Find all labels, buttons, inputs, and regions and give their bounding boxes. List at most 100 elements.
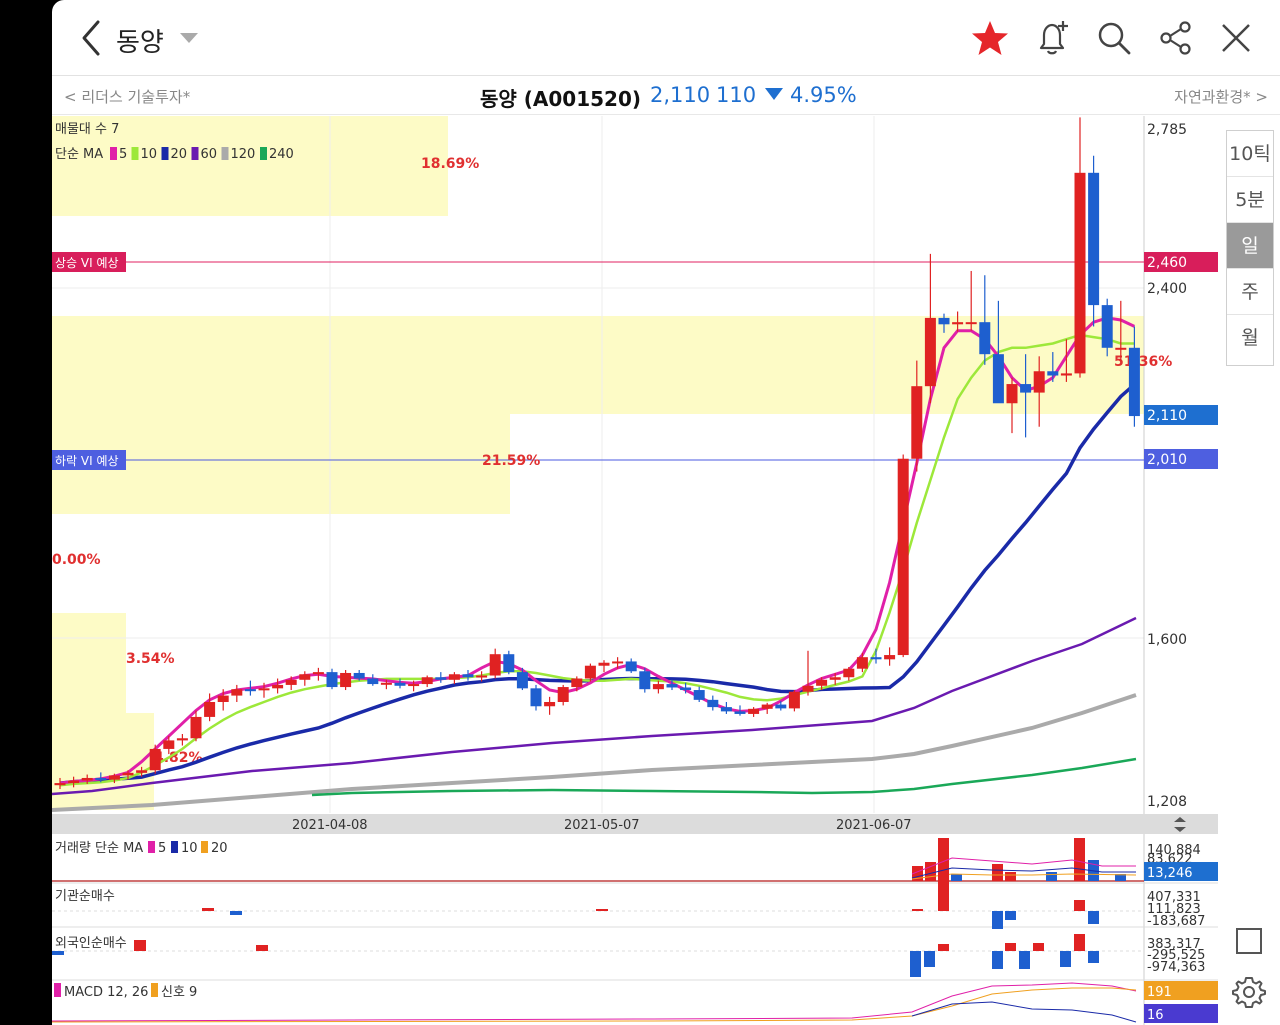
period-tab-month[interactable]: 월	[1227, 315, 1273, 361]
ma-legend: 5 10 20 60 120 240	[110, 147, 294, 162]
change-percent: 4.95%	[790, 83, 857, 107]
alarm-add-icon[interactable]	[1032, 18, 1072, 58]
candle	[557, 684, 569, 706]
candle	[176, 733, 188, 746]
candle	[652, 680, 664, 694]
candle	[489, 648, 501, 679]
price-tick: 2,010	[1147, 452, 1187, 468]
price-tick: 1,600	[1147, 632, 1187, 648]
ma-legend-swatch	[191, 147, 199, 160]
candle	[530, 684, 542, 711]
candle	[1101, 298, 1113, 357]
period-tab-day[interactable]: 일	[1227, 223, 1273, 269]
stock-name[interactable]: 동양	[116, 22, 164, 59]
period-selector: 10틱 5분 일 주 월	[1226, 130, 1274, 366]
close-icon[interactable]	[1216, 18, 1256, 58]
ma-legend-period: 60	[201, 147, 218, 162]
candle	[707, 695, 719, 711]
foreign-label: 외국인순매수	[55, 936, 127, 951]
macd-label: MACD 12, 26	[64, 985, 148, 1000]
ma-legend-period: 240	[269, 147, 294, 162]
stock-info-bar: < 리더스 기술투자* 동양 (A001520) 2,110 110 4.95%…	[52, 77, 1280, 115]
ma-legend-period: 120	[231, 147, 256, 162]
vi-down-label: 하락 VI 예상	[55, 454, 119, 468]
profile-pct: 0.00%	[52, 552, 101, 568]
price-tick: 2,460	[1147, 255, 1187, 271]
price-tick: 2,110	[1147, 408, 1187, 424]
volume-profile-label: 매물대 수 7	[55, 122, 119, 137]
prev-stock-label: 리더스 기술투자*	[81, 88, 191, 106]
volume-profile-zone	[52, 613, 126, 713]
candle	[843, 666, 855, 681]
foreign-bars	[52, 934, 1099, 977]
institution-label: 기관순매수	[55, 889, 115, 904]
chart-background	[52, 116, 1145, 1025]
period-tab-10tick[interactable]: 10틱	[1227, 131, 1273, 177]
macd-tick: 191	[1147, 985, 1172, 1000]
ma-legend-label: 단순 MA	[55, 147, 103, 162]
candle	[462, 669, 474, 681]
price-change: 110	[716, 83, 757, 107]
volume-ma20: 20	[211, 841, 228, 856]
next-stock-label: 자연과환경*	[1174, 88, 1251, 106]
vi-up-label: 상승 VI 예상	[55, 256, 119, 270]
candle	[639, 667, 651, 693]
top-bar: 동양	[52, 0, 1280, 76]
ma-legend-period: 20	[171, 147, 188, 162]
profile-pct: 21.59%	[482, 453, 540, 469]
volume-tick: 13,246	[1147, 866, 1193, 881]
candle	[897, 454, 909, 658]
candle	[149, 744, 161, 774]
back-icon[interactable]	[78, 18, 108, 58]
macd-pane: MACD 12, 26 신호 9 191 16	[52, 981, 1218, 1023]
institution-tick: -183,687	[1147, 914, 1205, 929]
dropdown-icon[interactable]	[180, 33, 198, 43]
candle	[326, 668, 338, 690]
share-icon[interactable]	[1156, 18, 1196, 58]
date-axis: 2021-04-08 2021-05-07 2021-06-07	[52, 814, 1218, 834]
volume-ma10: 10	[181, 841, 198, 856]
star-icon[interactable]	[970, 18, 1010, 58]
price-tick: 1,208	[1147, 794, 1187, 810]
candle	[503, 650, 515, 675]
candle	[448, 672, 460, 685]
stock-title: 동양 (A001520)	[480, 87, 642, 111]
search-icon[interactable]	[1094, 18, 1134, 58]
app-window: 동양 < 리더스 기술투자* 동양 (A001520) 2,110 110 4.…	[52, 0, 1280, 1025]
candle	[788, 690, 800, 712]
down-arrow-icon	[765, 88, 783, 100]
fullscreen-icon[interactable]	[1236, 928, 1262, 954]
price-tick: 2,400	[1147, 281, 1187, 297]
stock-chart[interactable]: 매물대 수 7 단순 MA 5 10 20 60 120 240 상승 VI 예상 하락 …	[52, 116, 1218, 1025]
macd-tick: 16	[1147, 1008, 1164, 1023]
ma-legend-swatch	[110, 147, 117, 160]
ma-legend-period: 5	[119, 147, 127, 162]
date-tick: 2021-06-07	[836, 818, 912, 833]
ma-legend-swatch	[131, 147, 139, 160]
volume-profile-zone	[52, 713, 154, 810]
gear-icon[interactable]	[1232, 975, 1266, 1009]
candle	[598, 660, 610, 673]
next-stock-link[interactable]: 자연과환경* >	[1174, 86, 1268, 107]
candle	[544, 696, 556, 715]
volume-ma5: 5	[158, 841, 166, 856]
candle	[231, 684, 243, 702]
price-tick: 2,785	[1147, 122, 1187, 138]
candle	[693, 686, 705, 702]
foreign-pane: 외국인순매수 383,317 -295,525 -974,363	[52, 934, 1218, 981]
candle	[299, 671, 311, 686]
candle	[802, 650, 814, 696]
prev-stock-link[interactable]: < 리더스 기술투자*	[64, 86, 190, 107]
period-tab-week[interactable]: 주	[1227, 269, 1273, 315]
candle	[1074, 117, 1086, 378]
candle	[884, 647, 896, 666]
ma-legend-swatch	[161, 147, 169, 160]
profile-pct: 3.54%	[126, 651, 175, 667]
date-tick: 2021-05-07	[564, 818, 640, 833]
period-tab-5min[interactable]: 5분	[1227, 177, 1273, 223]
candle	[924, 253, 936, 404]
current-price: 2,110	[650, 83, 711, 107]
signal-label: 신호 9	[161, 985, 197, 1000]
candle	[435, 672, 447, 683]
candle	[312, 667, 324, 681]
